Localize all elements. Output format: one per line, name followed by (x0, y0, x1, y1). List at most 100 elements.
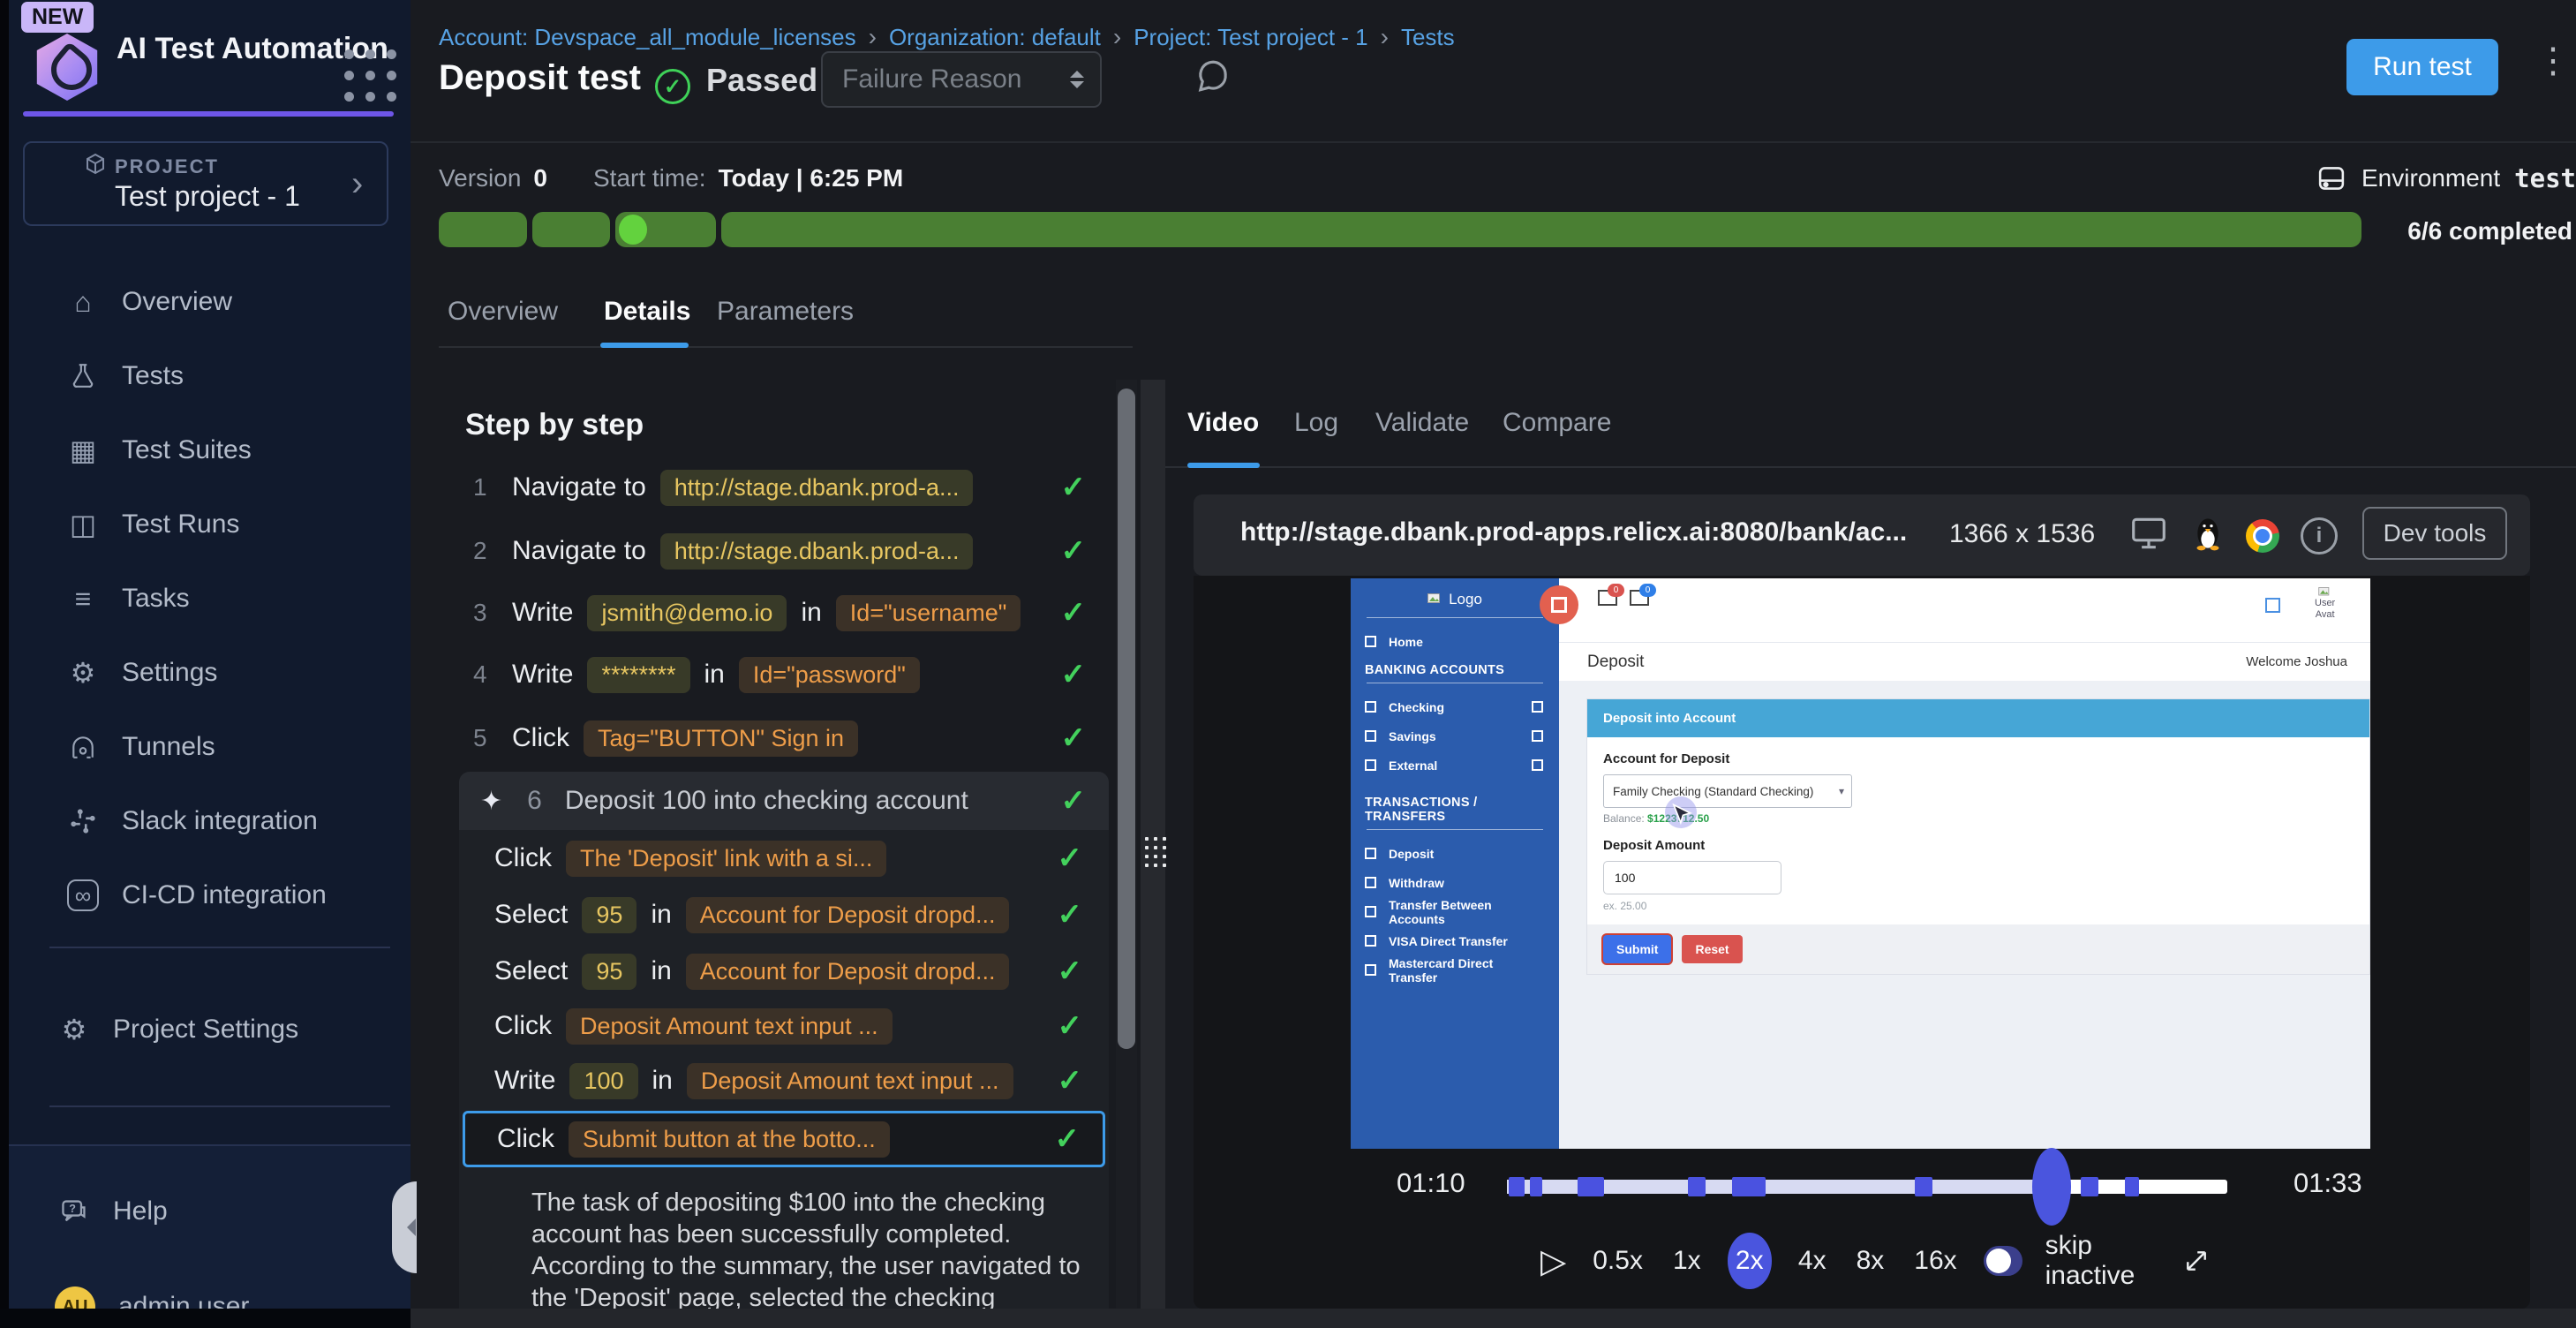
sidebar-item-overview[interactable]: ⌂ Overview (18, 265, 419, 339)
fullscreen-icon[interactable] (2181, 1246, 2211, 1276)
progress-highlight (619, 215, 647, 245)
sidebar-item-test-suites[interactable]: ▦ Test Suites (18, 413, 419, 487)
bank-content: Deposit into Account Account for Deposit… (1559, 681, 2370, 1149)
comment-bubble-icon[interactable] (1194, 57, 1232, 95)
video-timeline[interactable] (1507, 1180, 2227, 1194)
sidebar-item-test-runs[interactable]: ◫ Test Runs (18, 487, 419, 562)
breadcrumb-project[interactable]: Project: Test project - 1 (1134, 24, 1367, 51)
breadcrumb-organization[interactable]: Organization: default (889, 24, 1101, 51)
speed-0.5x[interactable]: 0.5x (1589, 1246, 1646, 1276)
speed-4x[interactable]: 4x (1795, 1246, 1830, 1276)
step-row-1[interactable]: 1 Navigate to http://stage.dbank.prod-a.… (463, 463, 1109, 512)
failure-reason-select[interactable]: Failure Reason (821, 51, 1102, 108)
selector-pill: Account for Deposit dropd... (686, 954, 1010, 990)
tunnel-icon (67, 734, 99, 760)
substep-row-2[interactable]: Select 95 in Account for Deposit dropd..… (463, 890, 1105, 939)
deposit-card-title: Deposit into Account (1587, 699, 2369, 737)
caret-down-icon: ▾ (1839, 785, 1844, 797)
bank-sidebar: Logo Home BANKING ACCOUNTS Checking Savi… (1351, 578, 1559, 1149)
substep-row-3[interactable]: Select 95 in Account for Deposit dropd..… (463, 947, 1105, 996)
brand-divider (23, 111, 394, 117)
playhead[interactable] (2032, 1148, 2071, 1226)
step-check-icon: ✓ (1058, 1008, 1083, 1044)
speed-2x-active[interactable]: 2x (1728, 1233, 1772, 1289)
svg-text:?: ? (69, 1203, 76, 1215)
step-row-2[interactable]: 2 Navigate to http://stage.dbank.prod-a.… (463, 526, 1109, 576)
speed-1x[interactable]: 1x (1669, 1246, 1705, 1276)
recording-indicator (1540, 585, 1578, 624)
breadcrumb-account[interactable]: Account: Devspace_all_module_licenses (439, 24, 856, 51)
step-check-icon: ✓ (1061, 595, 1087, 630)
tab-compare[interactable]: Compare (1503, 408, 1611, 438)
deposit-amount-label: Deposit Amount (1603, 838, 2354, 853)
timeline-marker[interactable] (1732, 1177, 1766, 1196)
step-check-icon: ✓ (1061, 783, 1087, 819)
timeline-marker[interactable] (1915, 1177, 1932, 1196)
tab-log[interactable]: Log (1294, 408, 1338, 438)
ai-step-group-header[interactable]: ✦ 6 Deposit 100 into checking account ✓ (459, 772, 1109, 830)
tab-parameters[interactable]: Parameters (717, 297, 854, 327)
tab-video[interactable]: Video (1187, 408, 1259, 438)
gear-icon: ⚙ (58, 1013, 90, 1046)
play-icon[interactable]: ▷ (1540, 1241, 1566, 1281)
tab-validate[interactable]: Validate (1375, 408, 1469, 438)
step-row-5[interactable]: 5 Click Tag="BUTTON" Sign in ✓ (463, 713, 1109, 763)
sidebar-item-project-settings[interactable]: ⚙ Project Settings (9, 992, 411, 1067)
timeline-marker[interactable] (1530, 1177, 1542, 1196)
tab-overview[interactable]: Overview (448, 297, 558, 327)
selector-pill: The 'Deposit' link with a si... (566, 841, 886, 877)
breadcrumb: Account: Devspace_all_module_licenses › … (439, 23, 1455, 51)
bank-nav-external: External (1351, 751, 1559, 780)
sidebar-item-slack-integration[interactable]: Slack integration (18, 784, 419, 858)
substep-row-5[interactable]: Write 100 in Deposit Amount text input .… (463, 1056, 1105, 1105)
sidebar-item-cicd-integration[interactable]: ∞ CI-CD integration (18, 858, 419, 932)
step-check-icon: ✓ (1061, 470, 1087, 505)
step-check-icon: ✓ (1061, 533, 1087, 569)
speed-16x[interactable]: 16x (1910, 1246, 1960, 1276)
skip-inactive-toggle[interactable] (1984, 1246, 2022, 1276)
timeline-marker[interactable] (2125, 1177, 2139, 1196)
run-test-button[interactable]: Run test (2346, 39, 2498, 95)
selector-pill: Account for Deposit dropd... (686, 897, 1010, 933)
substep-row-6-selected[interactable]: Click Submit button at the botto... ✓ (463, 1111, 1105, 1167)
sidebar-collapse-handle[interactable] (392, 1181, 417, 1273)
substep-row-1[interactable]: Click The 'Deposit' link with a si... ✓ (463, 834, 1105, 883)
sidebar-item-settings[interactable]: ⚙ Settings (18, 636, 419, 710)
sidebar-item-tasks[interactable]: ≡ Tasks (18, 562, 419, 636)
bank-section-heading: TRANSACTIONS / TRANSFERS (1351, 788, 1559, 826)
selector-pill: Tag="BUTTON" Sign in (584, 721, 858, 757)
devtools-button[interactable]: Dev tools (2362, 507, 2507, 560)
sidebar-item-help[interactable]: ? Help (9, 1174, 411, 1249)
chevron-right-icon: › (1113, 23, 1121, 51)
apps-grid-icon[interactable] (344, 49, 401, 106)
tabbar-divider (1165, 466, 2576, 468)
video-frame-bank-app: Logo Home BANKING ACCOUNTS Checking Savi… (1351, 578, 2370, 1149)
step-row-4[interactable]: 4 Write ******** in Id="password" ✓ (463, 650, 1109, 699)
info-icon[interactable]: i (2301, 517, 2338, 555)
value-pill: ******** (587, 657, 689, 693)
bank-logo: Logo (1351, 578, 1559, 608)
step-row-3[interactable]: 3 Write jsmith@demo.io in Id="username" … (463, 588, 1109, 638)
timeline-marker[interactable] (1688, 1177, 1706, 1196)
gear-icon: ⚙ (67, 656, 99, 690)
kebab-menu-icon[interactable]: ⋮ (2535, 41, 2571, 81)
app-window: NEW AI Test Automation PROJECT Test proj… (0, 0, 2576, 1328)
environment-info: Environment test (2316, 162, 2576, 194)
project-cube-icon (83, 152, 108, 177)
breadcrumb-tests[interactable]: Tests (1401, 24, 1455, 51)
substep-row-4[interactable]: Click Deposit Amount text input ... ✓ (463, 1001, 1105, 1051)
speed-8x[interactable]: 8x (1853, 1246, 1888, 1276)
cursor-icon (1672, 804, 1693, 826)
timeline-marker[interactable] (2081, 1177, 2098, 1196)
time-current: 01:10 (1397, 1167, 1465, 1199)
progress-segment (721, 212, 2361, 247)
tab-details[interactable]: Details (604, 297, 690, 327)
bank-nav-visa: VISA Direct Transfer (1351, 926, 1559, 955)
start-time-value: Today | 6:25 PM (719, 164, 904, 192)
timeline-marker[interactable] (1509, 1177, 1525, 1196)
scrollbar-thumb[interactable] (1118, 389, 1135, 1049)
sidebar-item-tests[interactable]: Tests (18, 339, 419, 413)
selector-pill: Id="username" (836, 595, 1021, 631)
timeline-marker[interactable] (1578, 1177, 1604, 1196)
sidebar-item-tunnels[interactable]: Tunnels (18, 710, 419, 784)
